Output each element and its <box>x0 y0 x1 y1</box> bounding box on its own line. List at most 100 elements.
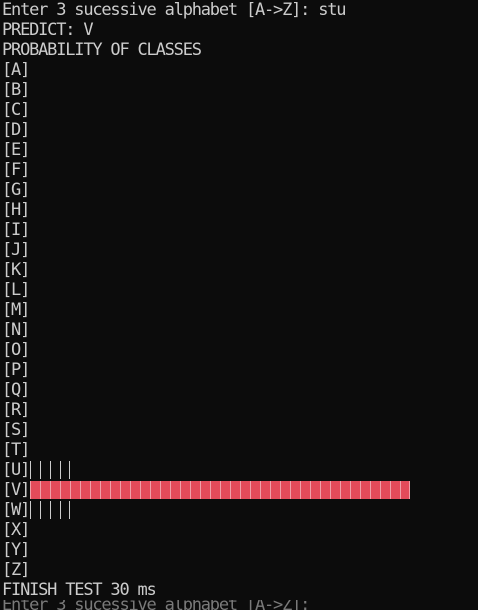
bar-tick <box>340 481 350 499</box>
bar-tick <box>290 481 300 499</box>
class-row: [D] <box>2 120 478 140</box>
class-label: [D] <box>2 120 30 140</box>
class-row: [T] <box>2 440 478 460</box>
class-row: [U] <box>2 460 478 480</box>
bar-tick <box>30 501 40 519</box>
class-label: [T] <box>2 440 30 460</box>
bar-tick <box>140 481 150 499</box>
class-row: [S] <box>2 420 478 440</box>
probability-bar-highlighted <box>30 481 411 499</box>
bar-tick <box>60 461 71 479</box>
class-label: [L] <box>2 280 30 300</box>
class-label: [C] <box>2 100 30 120</box>
bar-tick <box>50 481 60 499</box>
bar-tick <box>120 481 130 499</box>
class-label: [X] <box>2 520 30 540</box>
class-label: [E] <box>2 140 30 160</box>
class-row: [O] <box>2 340 478 360</box>
class-label: [P] <box>2 360 30 380</box>
class-row: [P] <box>2 360 478 380</box>
bar-tick <box>310 481 320 499</box>
bar-tick <box>90 481 100 499</box>
prompt-line: Enter 3 sucessive alphabet [A->Z]: stu <box>2 0 347 20</box>
class-row: [M] <box>2 300 478 320</box>
class-row: [Z] <box>2 560 478 580</box>
class-label: [S] <box>2 420 30 440</box>
bar-tick <box>50 461 60 479</box>
class-label: [V] <box>2 480 30 500</box>
class-row: [N] <box>2 320 478 340</box>
class-label: [I] <box>2 220 30 240</box>
class-row: [W] <box>2 500 478 520</box>
bar-tick <box>280 481 290 499</box>
class-label: [O] <box>2 340 30 360</box>
bar-tick <box>250 481 260 499</box>
bar-tick <box>130 481 140 499</box>
bar-tick <box>240 481 250 499</box>
class-row: [B] <box>2 80 478 100</box>
class-label: [Y] <box>2 540 30 560</box>
class-label: [Q] <box>2 380 30 400</box>
class-row: [R] <box>2 400 478 420</box>
class-row: [F] <box>2 160 478 180</box>
class-row: [E] <box>2 140 478 160</box>
class-row: [K] <box>2 260 478 280</box>
next-prompt-line: Enter 3 sucessive alphabet [A->Z]: <box>2 600 310 610</box>
class-label: [N] <box>2 320 30 340</box>
class-row: [Q] <box>2 380 478 400</box>
bar-tick <box>200 481 210 499</box>
class-row: [L] <box>2 280 478 300</box>
bar-tick <box>40 481 50 499</box>
bar-tick <box>210 481 220 499</box>
class-label: [G] <box>2 180 30 200</box>
class-label: [W] <box>2 500 30 520</box>
class-row: [I] <box>2 220 478 240</box>
bar-tick <box>190 481 200 499</box>
bar-tick <box>390 481 400 499</box>
bar-tick <box>370 481 380 499</box>
bar-tick <box>350 481 360 499</box>
bar-tick <box>80 481 90 499</box>
bar-tick <box>30 481 40 499</box>
class-label: [F] <box>2 160 30 180</box>
finish-line: FINISH TEST 30 ms <box>2 580 157 600</box>
probability-bar <box>30 501 71 519</box>
bar-tick <box>330 481 340 499</box>
bar-tick <box>400 481 411 499</box>
class-label: [R] <box>2 400 30 420</box>
probability-heading: PROBABILITY OF CLASSES <box>2 40 202 60</box>
bar-tick <box>50 501 60 519</box>
class-label: [H] <box>2 200 30 220</box>
bar-tick <box>170 481 180 499</box>
bar-tick <box>270 481 280 499</box>
bar-tick <box>110 481 120 499</box>
class-row: [A] <box>2 60 478 80</box>
class-row: [G] <box>2 180 478 200</box>
class-row: [H] <box>2 200 478 220</box>
class-row: [X] <box>2 520 478 540</box>
bar-tick <box>320 481 330 499</box>
class-row: [Y] <box>2 540 478 560</box>
class-label: [J] <box>2 240 30 260</box>
class-row: [J] <box>2 240 478 260</box>
bar-tick <box>70 481 80 499</box>
bar-tick <box>60 501 71 519</box>
class-label: [K] <box>2 260 30 280</box>
bar-tick <box>300 481 310 499</box>
class-row: [C] <box>2 100 478 120</box>
class-label: [Z] <box>2 560 30 580</box>
bar-tick <box>60 481 70 499</box>
bar-tick <box>160 481 170 499</box>
bar-tick <box>100 481 110 499</box>
terminal-window[interactable]: Enter 3 sucessive alphabet [A->Z]: stu P… <box>2 0 478 610</box>
class-row: [V] <box>2 480 478 500</box>
bar-tick <box>260 481 270 499</box>
bar-tick <box>30 461 40 479</box>
class-label: [U] <box>2 460 30 480</box>
class-label: [M] <box>2 300 30 320</box>
predict-line: PREDICT: V <box>2 20 94 40</box>
bar-tick <box>230 481 240 499</box>
bar-tick <box>360 481 370 499</box>
class-label: [A] <box>2 60 30 80</box>
class-probability-list: [A] [B] [C] [D] [E] [F] [G] [H] [I] [J] [K] [L] [M][… <box>2 60 478 580</box>
